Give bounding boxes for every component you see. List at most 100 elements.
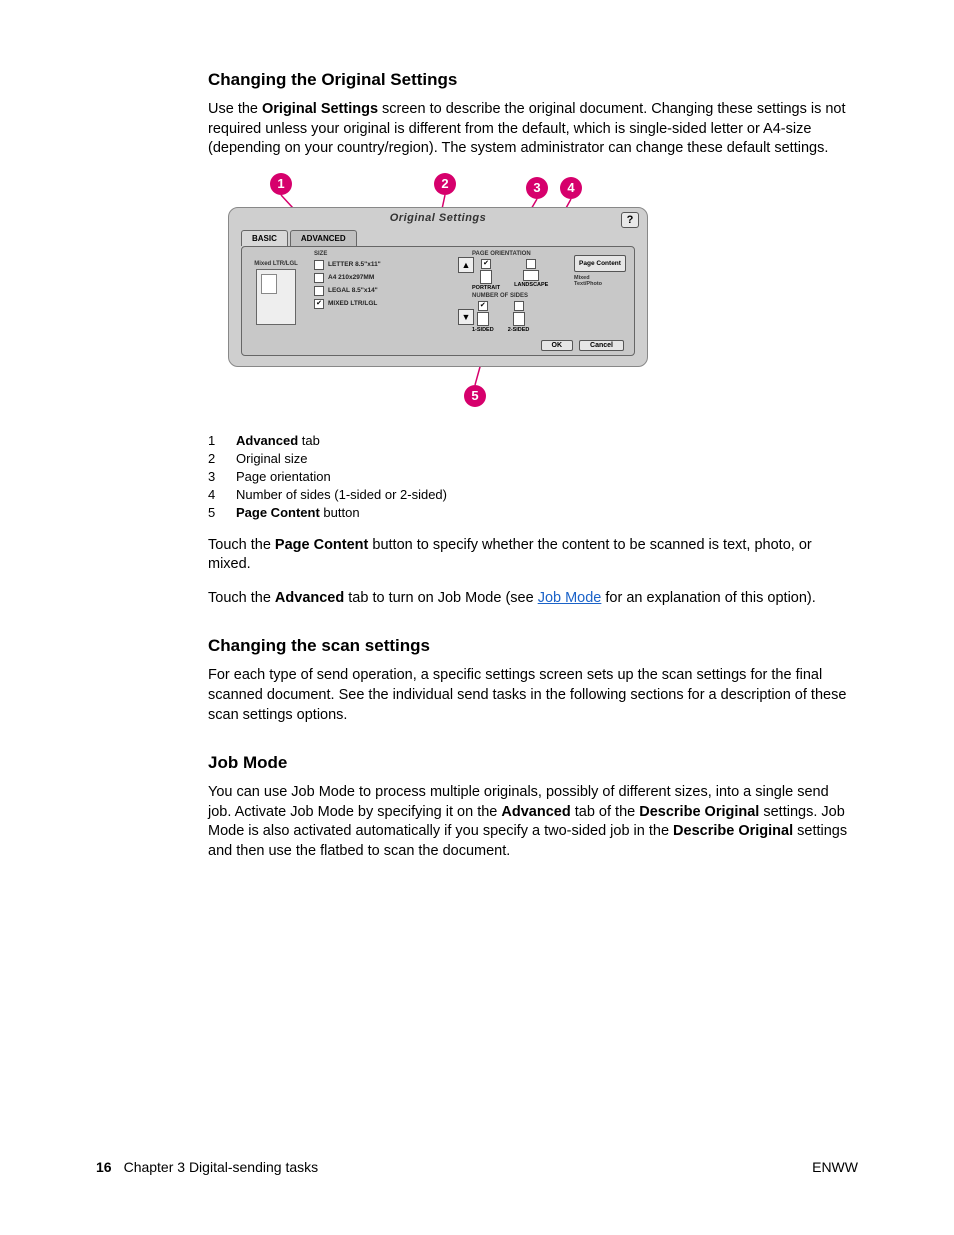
cancel-button[interactable]: Cancel	[579, 340, 624, 351]
heading-job-mode: Job Mode	[208, 753, 848, 773]
text-bold: Advanced	[501, 804, 570, 820]
legend-num: 1	[208, 433, 218, 448]
legend-row: 4 Number of sides (1-sided or 2-sided)	[208, 487, 848, 502]
one-sided-icon	[477, 312, 489, 326]
size-group-label: SIZE	[314, 251, 454, 257]
text: Touch the	[208, 590, 275, 606]
sides-1[interactable]: 1-SIDED	[472, 301, 494, 333]
para-advanced-tab: Touch the Advanced tab to turn on Job Mo…	[208, 589, 848, 609]
sides-label: NUMBER OF SIDES	[472, 293, 580, 299]
text-bold: Original Settings	[262, 101, 378, 117]
chapter-label: Chapter 3 Digital-sending tasks	[124, 1159, 319, 1175]
text-bold: Describe Original	[639, 804, 759, 820]
legend-num: 2	[208, 451, 218, 466]
orientation-group: PAGE ORIENTATION PORTRAIT LANDSCAPE	[472, 251, 580, 291]
legend-num: 3	[208, 469, 218, 484]
size-label: LETTER 8.5"x11"	[328, 261, 381, 268]
heading-original-settings: Changing the Original Settings	[208, 70, 848, 90]
preview-label: Mixed LTR/LGL	[248, 261, 304, 267]
landscape-icon	[523, 270, 539, 281]
sides-group: NUMBER OF SIDES 1-SIDED 2-SIDED	[472, 293, 580, 333]
checkbox-icon	[314, 273, 324, 283]
document-page: Changing the Original Settings Use the O…	[0, 0, 954, 1235]
legend-row: 1 Advanced tab	[208, 433, 848, 448]
text-bold: Describe Original	[673, 823, 793, 839]
tab-advanced[interactable]: ADVANCED	[290, 230, 357, 246]
text: Use the	[208, 101, 262, 117]
legend-rest: Number of sides (1-sided or 2-sided)	[236, 487, 447, 502]
legend-row: 3 Page orientation	[208, 469, 848, 484]
tab-basic[interactable]: BASIC	[241, 230, 288, 246]
size-group: SIZE LETTER 8.5"x11" A4 210x297MM LEGAL …	[314, 251, 454, 312]
legend-rest: Original size	[236, 451, 308, 466]
orientation-label: PAGE ORIENTATION	[472, 251, 580, 257]
legend-num: 4	[208, 487, 218, 502]
size-option[interactable]: LETTER 8.5"x11"	[314, 260, 454, 270]
content-column: Changing the Original Settings Use the O…	[208, 70, 848, 861]
device-title: Original Settings	[229, 212, 647, 224]
size-label: MIXED LTR/LGL	[328, 300, 377, 307]
legend-row: 2 Original size	[208, 451, 848, 466]
text: Touch the	[208, 537, 275, 553]
size-option[interactable]: A4 210x297MM	[314, 273, 454, 283]
textphoto-label: Text/Photo	[574, 281, 626, 287]
checkbox-checked-icon	[481, 259, 491, 269]
text: tab to turn on Job Mode (see	[344, 590, 537, 606]
orientation-landscape[interactable]: LANDSCAPE	[514, 259, 548, 291]
opt-label: LANDSCAPE	[514, 282, 548, 288]
legend-rest: tab	[298, 433, 320, 448]
link-job-mode[interactable]: Job Mode	[538, 590, 602, 606]
legend-row: 5Page Content button	[208, 505, 848, 520]
opt-label: PORTRAIT	[472, 285, 500, 291]
heading-scan-settings: Changing the scan settings	[208, 636, 848, 656]
section-original-settings: Changing the Original Settings Use the O…	[208, 70, 848, 608]
portrait-icon	[480, 270, 492, 284]
size-option[interactable]: MIXED LTR/LGL	[314, 299, 454, 309]
orientation-portrait[interactable]: PORTRAIT	[472, 259, 500, 291]
size-label: LEGAL 8.5"x14"	[328, 287, 378, 294]
text: tab of the	[571, 804, 640, 820]
device-screenshot: Original Settings ? BASIC ADVANCED Mixed…	[228, 207, 648, 367]
legend-rest: button	[320, 505, 360, 520]
section-job-mode: Job Mode You can use Job Mode to process…	[208, 753, 848, 861]
text-bold: Page Content	[275, 537, 368, 553]
two-sided-icon	[513, 312, 525, 326]
preview-area: Mixed LTR/LGL	[248, 261, 304, 325]
legend-rest: Page orientation	[236, 469, 331, 484]
legend-bold: Advanced	[236, 433, 298, 448]
checkbox-checked-icon	[478, 301, 488, 311]
size-option[interactable]: LEGAL 8.5"x14"	[314, 286, 454, 296]
footer-right: ENWW	[812, 1159, 858, 1175]
para-job-mode: You can use Job Mode to process multiple…	[208, 783, 848, 861]
help-button[interactable]: ?	[621, 212, 639, 228]
section-scan-settings: Changing the scan settings For each type…	[208, 636, 848, 725]
para-scan-settings: For each type of send operation, a speci…	[208, 666, 848, 725]
checkbox-icon	[526, 259, 536, 269]
size-label: A4 210x297MM	[328, 274, 374, 281]
text-bold: Advanced	[275, 590, 344, 606]
opt-label: 2-SIDED	[508, 327, 530, 333]
page-content-area: Page Content Mixed Text/Photo	[574, 255, 626, 287]
tabs: BASIC ADVANCED	[241, 230, 357, 246]
callout-legend: 1 Advanced tab 2 Original size 3 Page orien…	[208, 433, 848, 520]
ok-cancel-bar: OK Cancel	[541, 340, 624, 351]
page-footer: 16 Chapter 3 Digital-sending tasks ENWW	[96, 1159, 858, 1175]
ok-button[interactable]: OK	[541, 340, 574, 351]
preview-thumbnail	[256, 269, 296, 325]
sides-2[interactable]: 2-SIDED	[508, 301, 530, 333]
checkbox-icon	[314, 260, 324, 270]
opt-label: 1-SIDED	[472, 327, 494, 333]
legend-text: Number of sides (1-sided or 2-sided)	[236, 487, 447, 502]
legend-text: Original size	[236, 451, 308, 466]
footer-left: 16 Chapter 3 Digital-sending tasks	[96, 1159, 318, 1175]
checkbox-icon	[514, 301, 524, 311]
figure-original-settings: 1 2 3 4 5 Original Settings ?	[208, 173, 648, 423]
checkbox-checked-icon	[314, 299, 324, 309]
para-page-content: Touch the Page Content button to specify…	[208, 536, 848, 575]
para-original-settings-intro: Use the Original Settings screen to desc…	[208, 100, 848, 159]
legend-bold: Page Content	[236, 505, 320, 520]
legend-text: Page orientation	[236, 469, 331, 484]
text: for an explanation of this option).	[601, 590, 815, 606]
page-content-button[interactable]: Page Content	[574, 255, 626, 272]
page-number: 16	[96, 1159, 112, 1175]
